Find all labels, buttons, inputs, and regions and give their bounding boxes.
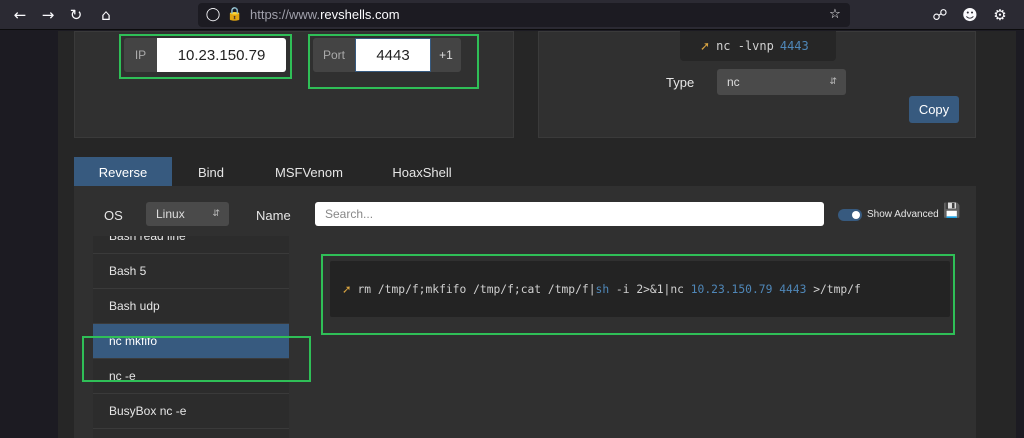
lock-icon[interactable]: 🔒 bbox=[226, 5, 244, 25]
pocket-icon[interactable]: ☍ bbox=[930, 5, 950, 25]
port-highlight-box bbox=[308, 34, 479, 89]
list-item[interactable]: BusyBox nc -e bbox=[93, 394, 289, 429]
selected-shell-highlight-box bbox=[82, 336, 311, 382]
os-label: OS bbox=[104, 208, 123, 223]
type-select[interactable]: nc ⇵ bbox=[717, 69, 846, 95]
name-label: Name bbox=[256, 208, 291, 223]
bookmark-star-icon[interactable]: ☆ bbox=[826, 5, 844, 25]
show-advanced-toggle[interactable] bbox=[838, 209, 862, 221]
payload-highlight-box bbox=[321, 254, 955, 335]
shield-icon[interactable]: ◯ bbox=[204, 5, 222, 25]
save-icon[interactable]: 💾 bbox=[943, 203, 960, 219]
ip-highlight-box bbox=[119, 34, 292, 79]
tab-reverse[interactable]: Reverse bbox=[74, 157, 172, 187]
rocket-icon: ➚ bbox=[700, 39, 711, 53]
search-input[interactable]: Search... bbox=[315, 202, 824, 226]
os-select[interactable]: Linux ⇵ bbox=[146, 202, 229, 226]
select-arrows-icon: ⇵ bbox=[212, 209, 220, 219]
url-bar[interactable]: ◯ 🔒 https://www.revshells.com ☆ bbox=[198, 3, 850, 27]
tab-bind[interactable]: Bind bbox=[172, 157, 250, 187]
list-item[interactable]: Bash udp bbox=[93, 289, 289, 324]
tab-msfvenom[interactable]: MSFVenom bbox=[260, 157, 358, 187]
back-arrow-icon[interactable]: ← bbox=[10, 5, 30, 25]
tab-hoaxshell[interactable]: HoaxShell bbox=[370, 157, 474, 187]
extensions-icon[interactable]: ⚙ bbox=[990, 5, 1010, 25]
browser-toolbar: ← → ↻ ⌂ ◯ 🔒 https://www.revshells.com ☆ … bbox=[0, 0, 1024, 30]
list-item[interactable]: Bash read line bbox=[93, 236, 289, 254]
select-arrows-icon: ⇵ bbox=[829, 77, 837, 87]
listener-command[interactable]: ➚ nc -lvnp 4443 bbox=[680, 31, 836, 61]
forward-arrow-icon[interactable]: → bbox=[38, 5, 58, 25]
page: IP 10.23.150.79 Port 4443 +1 ➚ nc -lvnp 4… bbox=[0, 31, 1024, 438]
type-label: Type bbox=[666, 75, 695, 90]
home-icon[interactable]: ⌂ bbox=[96, 5, 116, 25]
show-advanced-label: Show Advanced bbox=[867, 209, 939, 220]
url-text[interactable]: https://www.revshells.com bbox=[250, 7, 400, 22]
reload-icon[interactable]: ↻ bbox=[66, 5, 86, 25]
copy-button[interactable]: Copy bbox=[909, 96, 959, 123]
list-item[interactable]: Bash 5 bbox=[93, 254, 289, 289]
account-icon[interactable]: ☻ bbox=[960, 5, 980, 25]
